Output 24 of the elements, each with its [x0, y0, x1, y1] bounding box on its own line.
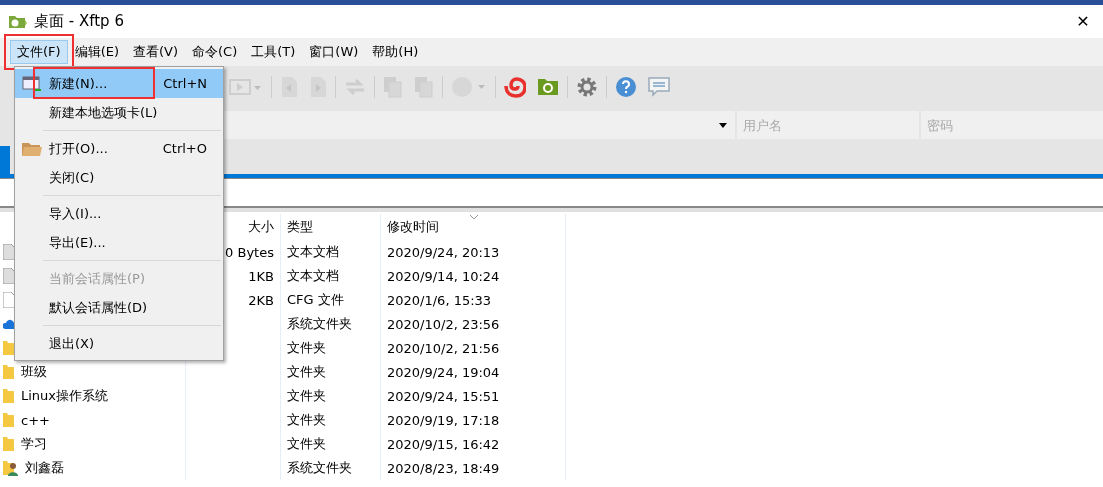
- file-type: 文件夹: [287, 339, 326, 357]
- modified-time: 2020/8/23, 18:49: [387, 460, 500, 476]
- file-type: 系统文件夹: [287, 459, 352, 477]
- modified-time: 2020/9/15, 16:42: [387, 436, 500, 452]
- file-type: 文件夹: [287, 411, 326, 429]
- file-type: 文本文档: [287, 267, 339, 285]
- file-type: 系统文件夹: [287, 315, 352, 333]
- file-size: 0 Bytes: [225, 244, 274, 260]
- modified-time: 2020/9/24, 19:04: [387, 364, 500, 380]
- modified-time: 2020/9/24, 20:13: [387, 244, 500, 260]
- file-type: 文件夹: [287, 387, 326, 405]
- file-size: 2KB: [248, 292, 274, 308]
- modified-time: 2020/10/2, 23:56: [387, 316, 500, 332]
- file-type: 文件夹: [287, 435, 326, 453]
- modified-time: 2020/9/24, 15:51: [387, 388, 500, 404]
- modified-time: 2020/10/2, 21:56: [387, 340, 500, 356]
- file-type: 文件夹: [287, 363, 326, 381]
- file-type: CFG 文件: [287, 291, 344, 309]
- modified-time: 2020/9/19, 17:18: [387, 412, 500, 428]
- modified-time: 2020/9/14, 10:24: [387, 268, 500, 284]
- file-size: 1KB: [248, 268, 274, 284]
- window-title: 桌面 - Xftp 6: [34, 12, 124, 31]
- modified-time: 2020/1/6, 15:33: [387, 292, 492, 308]
- file-type: 文本文档: [287, 243, 339, 261]
